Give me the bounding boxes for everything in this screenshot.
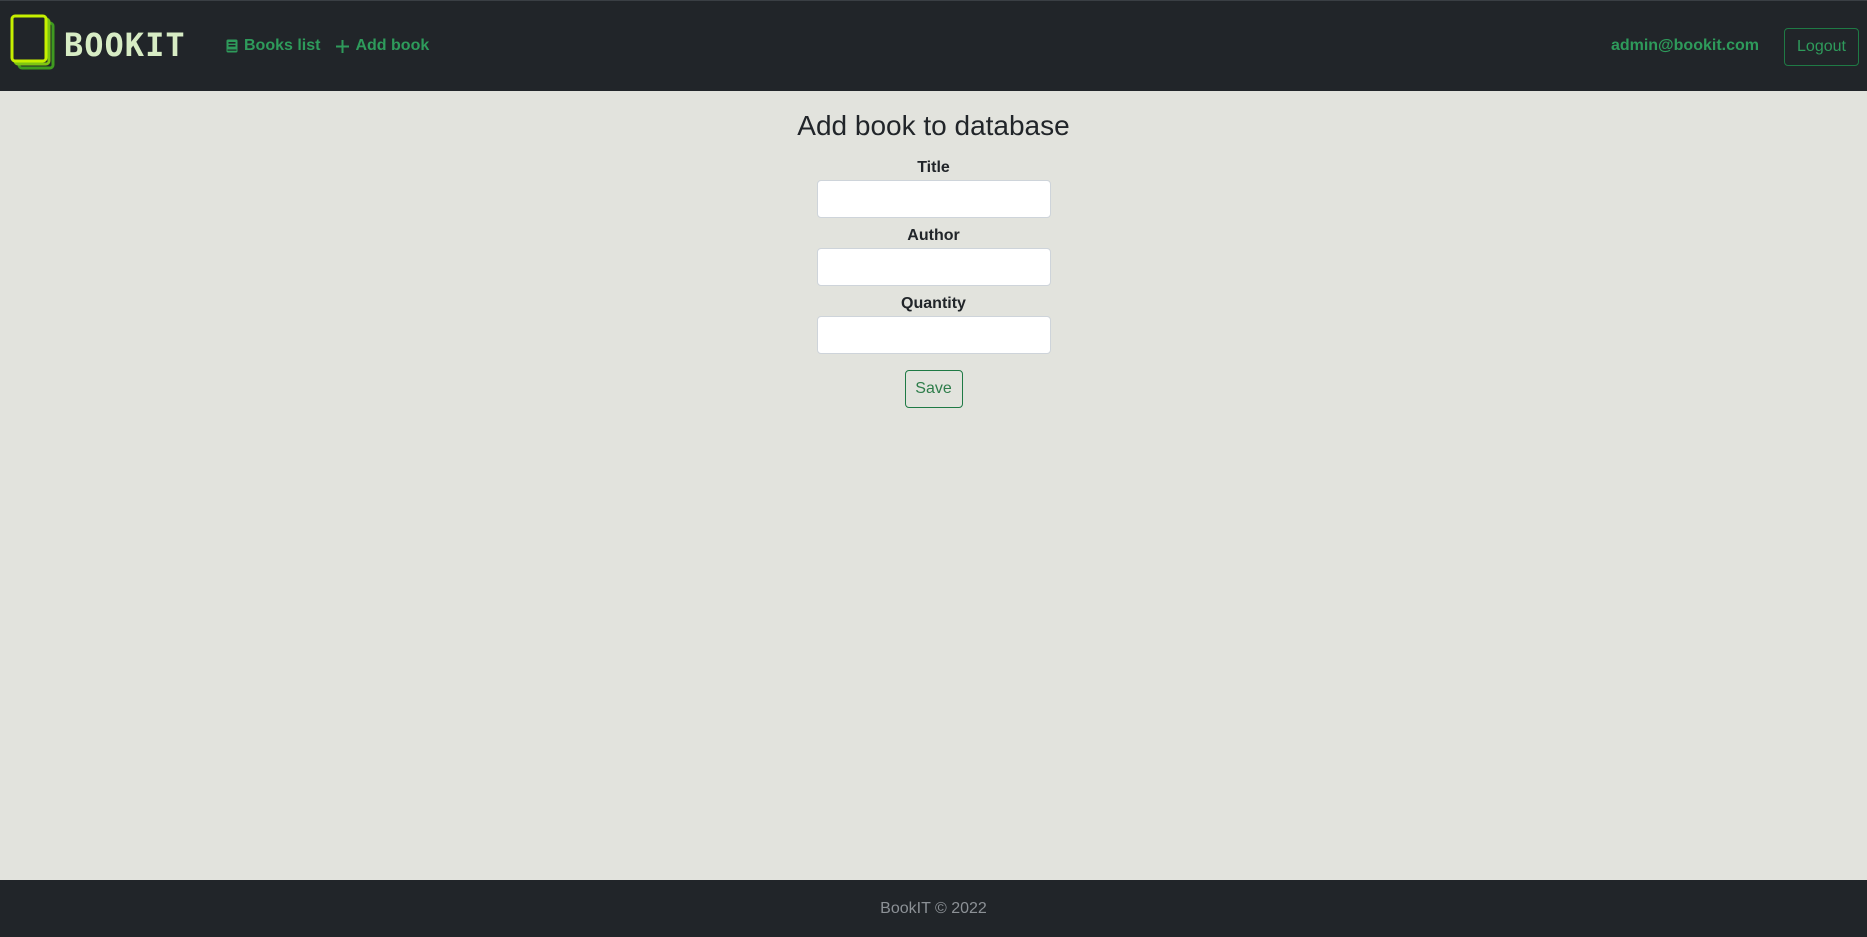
plus-icon: [336, 39, 350, 53]
nav-link-books-list[interactable]: Books list: [226, 37, 320, 55]
logout-button[interactable]: Logout: [1784, 28, 1859, 66]
title-input[interactable]: [816, 179, 1051, 218]
book-stack-logo-icon: [10, 14, 55, 70]
nav-link-books-list-label: Books list: [244, 37, 321, 54]
navbar: BOOKIT Books list Add book admin@bookit.…: [0, 0, 1867, 91]
quantity-label: Quantity: [901, 294, 966, 312]
nav-links: Books list Add book: [226, 37, 429, 55]
brand-text: BOOKIT: [64, 26, 186, 64]
main-content: Add book to database Title Author Quanti…: [0, 91, 1867, 880]
quantity-input[interactable]: [816, 315, 1051, 354]
author-label: Author: [907, 226, 960, 244]
brand-logo-link[interactable]: BOOKIT: [10, 14, 186, 76]
author-input[interactable]: [816, 247, 1051, 286]
footer: BookIT © 2022: [0, 880, 1867, 937]
book-icon: [226, 39, 238, 53]
page-title: Add book to database: [797, 110, 1070, 141]
save-button[interactable]: Save: [904, 369, 963, 408]
footer-copyright: BookIT © 2022: [880, 899, 987, 917]
user-email: admin@bookit.com: [1610, 37, 1759, 54]
add-book-form: Title Author Quantity Save: [816, 158, 1051, 408]
nav-link-add-book-label: Add book: [355, 37, 430, 54]
title-label: Title: [917, 158, 950, 176]
nav-link-add-book[interactable]: Add book: [336, 37, 429, 55]
